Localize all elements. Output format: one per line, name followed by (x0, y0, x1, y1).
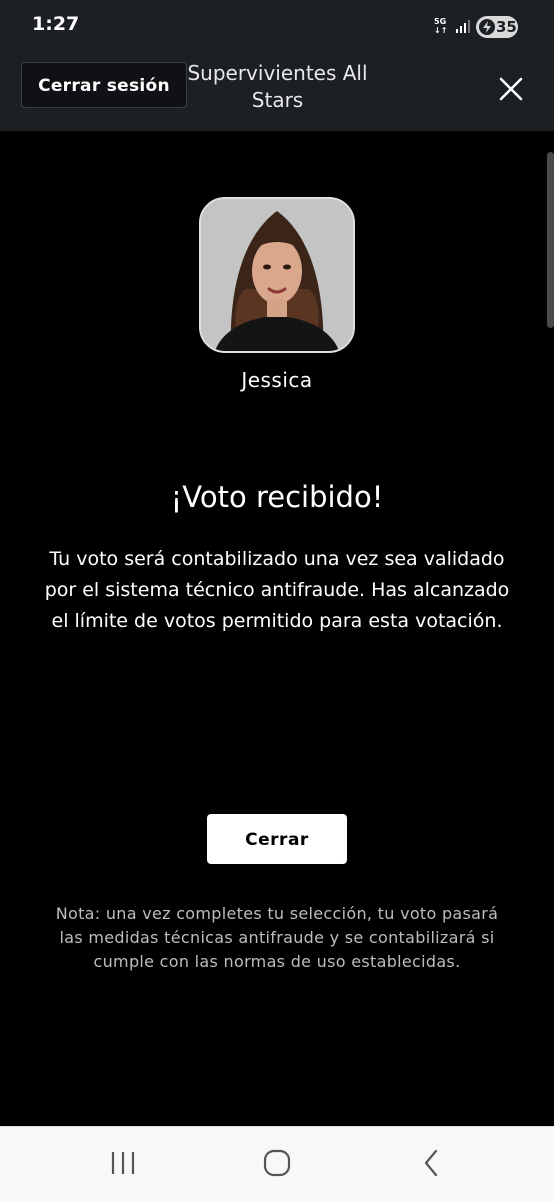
signal-icon (456, 20, 470, 33)
network-type-text: 5G (434, 17, 447, 26)
home-icon[interactable] (259, 1147, 295, 1179)
status-time: 1:27 (32, 13, 80, 35)
scrollbar[interactable] (547, 152, 554, 328)
network-type-label: 5G ↓↑ (434, 17, 448, 35)
logout-button[interactable]: Cerrar sesión (21, 62, 187, 108)
recent-apps-icon[interactable] (105, 1147, 141, 1179)
battery-indicator: 35 (476, 16, 518, 38)
contestant-name: Jessica (241, 368, 313, 392)
close-button[interactable]: Cerrar (207, 814, 347, 864)
confirmation-title: ¡Voto recibido! (170, 480, 384, 514)
close-icon[interactable] (496, 74, 526, 104)
contestant-photo (201, 199, 353, 351)
battery-percentage: 35 (496, 18, 517, 36)
disclaimer-note: Nota: una vez completes tu selección, tu… (55, 904, 499, 971)
back-icon[interactable] (414, 1147, 450, 1179)
contestant-avatar (199, 197, 355, 353)
confirmation-message: Tu voto será contabilizado una vez sea v… (44, 548, 510, 632)
navigation-bar (0, 1126, 554, 1201)
battery-charging-icon (479, 19, 495, 35)
status-bar: 1:27 5G ↓↑ 35 (0, 0, 554, 52)
header: Cerrar sesión Supervivientes All Stars (0, 52, 554, 131)
page-title: Supervivientes All Stars (187, 61, 368, 112)
